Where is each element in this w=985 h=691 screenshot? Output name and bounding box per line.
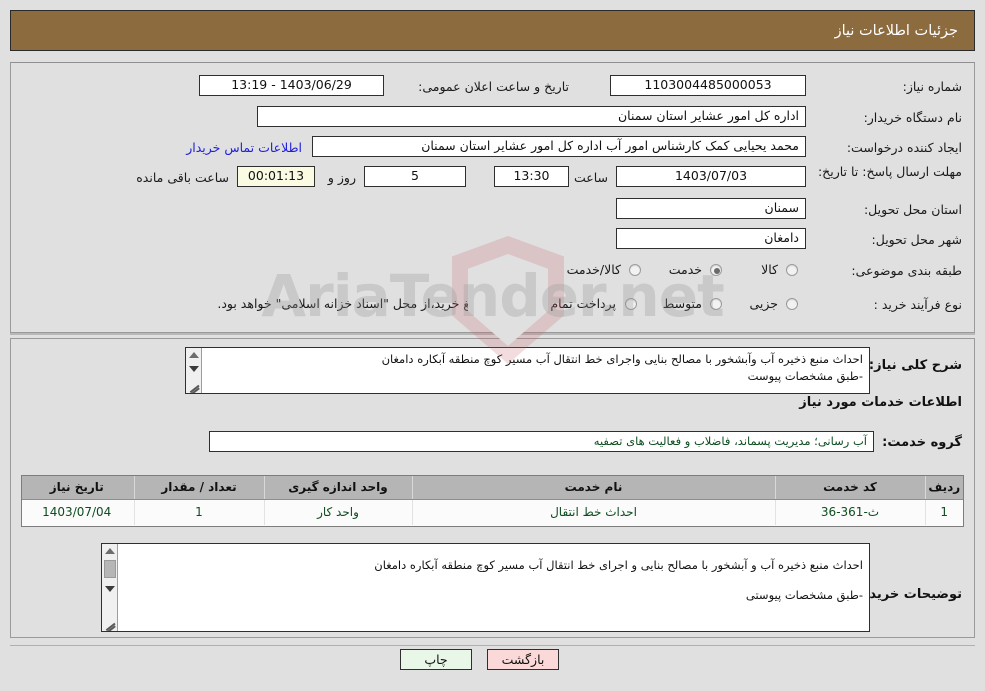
details-panel: شرح کلی نیاز: احداث منبع ذخیره آب وآبشخو… <box>10 338 975 638</box>
buyer-notes-scroll-thumb[interactable] <box>104 560 116 578</box>
cell-quantity: 1 <box>133 499 264 525</box>
table-header-row: ردیف کد خدمت نام خدمت واحد اندازه گیری ت… <box>22 476 963 500</box>
radio-category-khedmat-label: خدمت <box>668 262 702 277</box>
buyer-contact-link[interactable]: اطلاعات تماس خریدار <box>186 140 302 155</box>
delivery-city-field: دامغان <box>616 228 806 249</box>
remaining-time-label: ساعت باقی مانده <box>136 170 229 185</box>
general-description-textarea[interactable]: احداث منبع ذخیره آب وآبشخور با مصالح بنا… <box>185 347 870 394</box>
items-table-wrapper: ردیف کد خدمت نام خدمت واحد اندازه گیری ت… <box>21 475 964 527</box>
general-description-line1: احداث منبع ذخیره آب وآبشخور با مصالح بنا… <box>381 352 863 366</box>
col-service-name: نام خدمت <box>411 476 775 500</box>
remaining-days-field: 5 <box>364 166 466 187</box>
checkbox-treasury-bonds[interactable] <box>625 298 637 310</box>
remaining-time-field: 00:01:13 <box>237 166 315 187</box>
radio-purchase-jozei[interactable] <box>786 298 798 310</box>
response-deadline-label: مهلت ارسال پاسخ: تا تاریخ: <box>817 164 962 179</box>
general-description-label: شرح کلی نیاز: <box>868 358 962 373</box>
resize-grip-icon[interactable] <box>187 378 201 392</box>
announcement-datetime-field: 1403/06/29 - 13:19 <box>199 75 384 96</box>
radio-category-kala-khedmat[interactable] <box>629 264 641 276</box>
announcement-datetime-label: تاریخ و ساعت اعلان عمومی: <box>418 79 569 94</box>
radio-purchase-motavaset-label: متوسط <box>662 296 702 311</box>
col-unit: واحد اندازه گیری <box>263 476 412 500</box>
treasury-bonds-note: پرداخت تمام یا بخشی از مبلغ خرید،از محل … <box>217 296 616 311</box>
radio-category-kala[interactable] <box>786 264 798 276</box>
radio-purchase-motavaset[interactable] <box>710 298 722 310</box>
buyer-notes-line1: احداث منبع ذخیره آب و آبشخور با مصالح بن… <box>374 558 863 572</box>
general-description-line2: -طبق مشخصات پیوست <box>747 369 863 383</box>
col-quantity: تعداد / مقدار <box>133 476 264 500</box>
deadline-time-field: 13:30 <box>494 166 569 187</box>
days-label: روز و <box>327 170 356 185</box>
cell-service-code: ث-361-36 <box>774 499 925 525</box>
col-radif: ردیف <box>924 476 963 500</box>
buyer-notes-textarea[interactable]: احداث منبع ذخیره آب و آبشخور با مصالح بن… <box>101 543 870 632</box>
delivery-province-label: استان محل تحویل: <box>863 202 962 217</box>
buyer-org-field: اداره کل امور عشایر استان سمنان <box>257 106 806 127</box>
buyer-notes-resize-grip-icon[interactable] <box>103 616 117 630</box>
service-group-field: آب رسانی؛ مدیریت پسماند، فاضلاب و فعالیت… <box>209 431 874 452</box>
buyer-org-label: نام دستگاه خریدار: <box>863 110 962 125</box>
purchase-process-label: نوع فرآیند خرید : <box>873 297 962 312</box>
cell-need-date: 1403/07/04 <box>22 499 134 525</box>
cell-radif: 1 <box>924 499 963 525</box>
radio-category-kala-label: کالا <box>761 262 778 277</box>
table-row: 1 ث-361-36 احداث خط انتقال واحد کار 1 14… <box>22 499 963 525</box>
page-header: جزئیات اطلاعات نیاز <box>10 10 975 51</box>
radio-category-kala-khedmat-label: کالا/خدمت <box>566 262 621 277</box>
radio-category-khedmat[interactable] <box>710 264 722 276</box>
request-creator-field: محمد یحیایی کمک کارشناس امور آب اداره کل… <box>312 136 806 157</box>
delivery-city-label: شهر محل تحویل: <box>871 232 962 247</box>
page-root: جزئیات اطلاعات نیاز AriaTender.net شماره… <box>0 0 985 691</box>
footer-divider <box>10 645 975 646</box>
delivery-province-field: سمنان <box>616 198 806 219</box>
hour-label: ساعت <box>573 170 608 185</box>
col-service-code: کد خدمت <box>774 476 925 500</box>
deadline-date-field: 1403/07/03 <box>616 166 806 187</box>
back-button[interactable]: بازگشت <box>487 649 559 670</box>
service-group-label: گروه خدمت: <box>882 435 962 450</box>
page-title: جزئیات اطلاعات نیاز <box>834 22 958 39</box>
subject-category-label: طبقه بندی موضوعی: <box>851 263 962 278</box>
need-number-label: شماره نیاز: <box>902 79 962 94</box>
buyer-notes-line2: -طبق مشخصات پیوستی <box>745 588 863 602</box>
items-table: ردیف کد خدمت نام خدمت واحد اندازه گیری ت… <box>22 476 963 525</box>
cell-unit: واحد کار <box>263 499 412 525</box>
request-creator-label: ایجاد کننده درخواست: <box>846 140 962 155</box>
need-summary-panel: شماره نیاز: 1103004485000053 تاریخ و ساع… <box>10 62 975 335</box>
col-need-date: تاریخ نیاز <box>22 476 134 500</box>
print-button[interactable]: چاپ <box>400 649 472 670</box>
need-number-field: 1103004485000053 <box>610 75 806 96</box>
radio-purchase-jozei-label: جزیی <box>749 296 778 311</box>
services-info-heading: اطلاعات خدمات مورد نیاز <box>799 395 962 410</box>
cell-service-name: احداث خط انتقال <box>411 499 775 525</box>
